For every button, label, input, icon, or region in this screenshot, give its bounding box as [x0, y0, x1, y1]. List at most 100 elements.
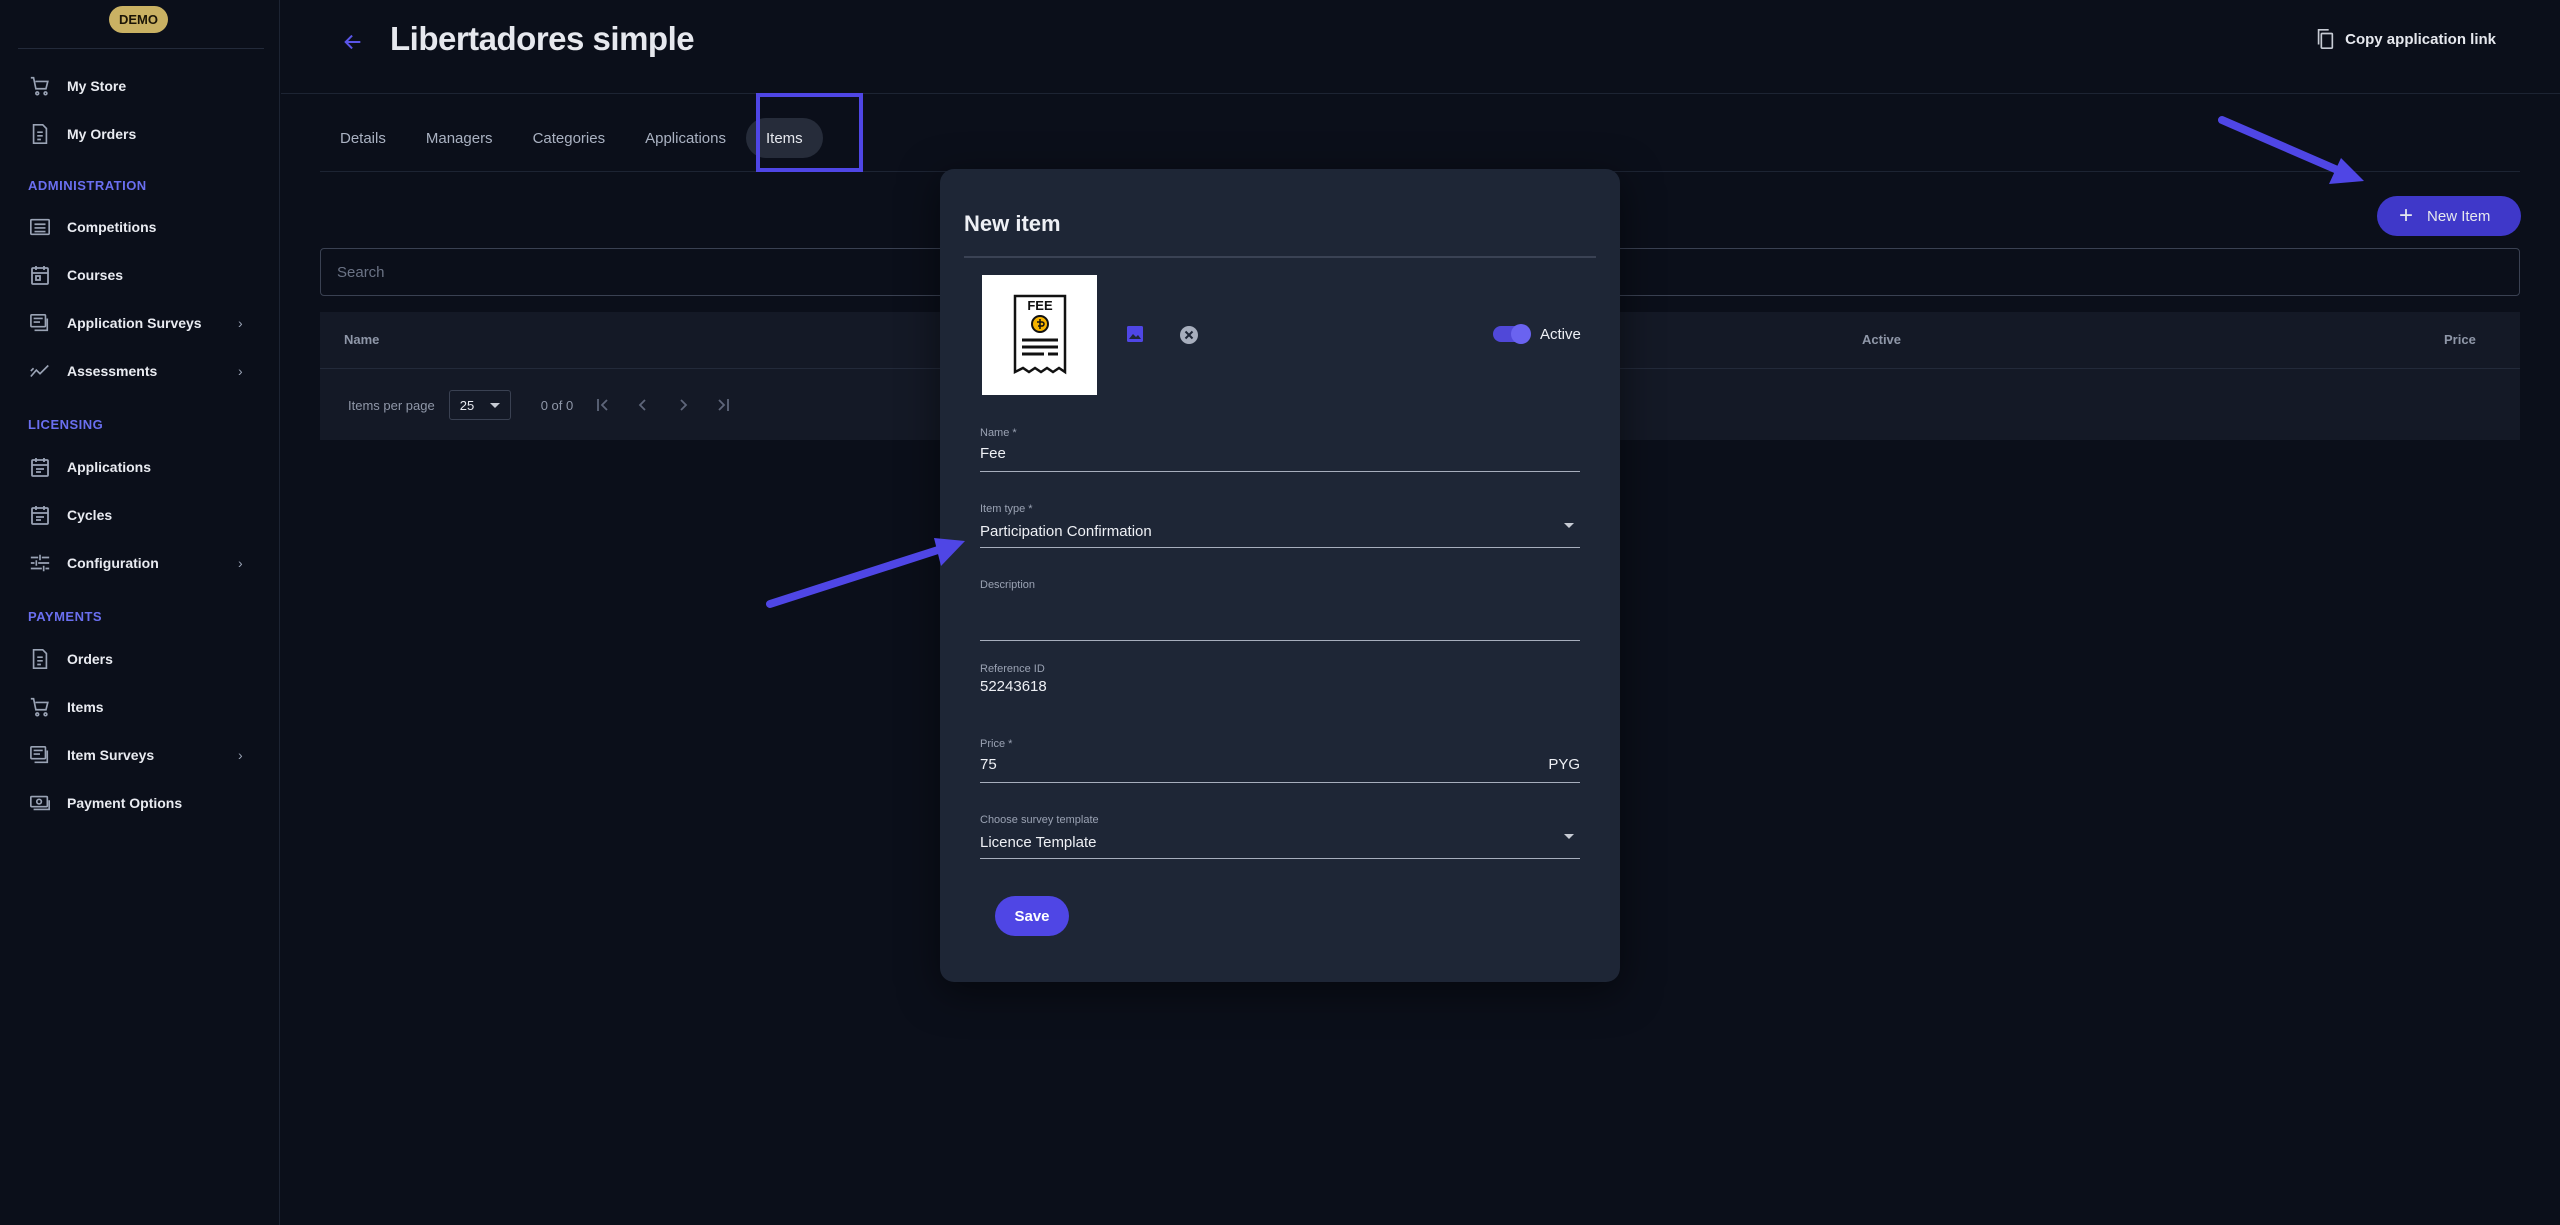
receipt-label: FEE: [1027, 298, 1053, 313]
item-type-label: Item type *: [980, 503, 1033, 515]
sidebar-divider: [18, 48, 264, 49]
item-type-select[interactable]: Item type * Participation Confirmation: [980, 503, 1580, 548]
tab-applications[interactable]: Applications: [625, 118, 746, 158]
sidebar-item-assessments[interactable]: Assessments ›: [0, 351, 262, 391]
sidebar-item-cycles[interactable]: Cycles: [0, 495, 262, 535]
survey-icon: [28, 743, 52, 767]
survey-template-value: Licence Template: [980, 834, 1097, 851]
sidebar-item-label: Configuration: [67, 555, 159, 571]
toggle-knob: [1511, 324, 1531, 344]
annotation-arrow-item-type: [766, 538, 965, 608]
sidebar-item-label: My Store: [67, 78, 127, 94]
new-item-label: New Item: [2427, 207, 2491, 225]
column-header-active[interactable]: Active: [1862, 332, 1901, 347]
document-icon: [28, 647, 52, 671]
list-icon: [28, 215, 52, 239]
chevron-right-icon: [680, 399, 688, 411]
name-field[interactable]: Name * Fee: [980, 427, 1580, 472]
save-button[interactable]: Save: [995, 896, 1069, 936]
annotation-arrow-new-item: [2218, 116, 2364, 184]
caret-down-icon: [489, 402, 500, 408]
cart-icon: [28, 74, 52, 98]
name-field-label: Name *: [980, 427, 1017, 439]
caret-down-icon: [1564, 834, 1574, 839]
sidebar-item-configuration[interactable]: Configuration ›: [0, 543, 262, 583]
arrow-left-icon: [344, 34, 361, 50]
chevron-right-icon: ›: [238, 555, 243, 571]
dialog-divider: [964, 256, 1596, 258]
previous-page-button[interactable]: [633, 395, 653, 415]
first-page-icon: [597, 399, 608, 411]
sidebar-item-label: Competitions: [67, 219, 157, 235]
copy-link-label: Copy application link: [2345, 30, 2496, 48]
sidebar-item-orders[interactable]: Orders: [0, 639, 262, 679]
new-item-dialog: New item FEE Active Name * Fee Item type…: [940, 169, 1620, 982]
sidebar-item-my-orders[interactable]: My Orders: [0, 114, 262, 154]
sidebar-item-label: Cycles: [67, 507, 113, 523]
survey-template-label: Choose survey template: [980, 814, 1099, 826]
reference-id-label: Reference ID: [980, 663, 1045, 675]
active-toggle[interactable]: [1493, 324, 1531, 344]
calendar-icon: [28, 263, 52, 287]
copy-application-link-button[interactable]: Copy application link: [2315, 28, 2496, 50]
description-field[interactable]: Description: [980, 579, 1580, 641]
tab-managers[interactable]: Managers: [406, 118, 513, 158]
price-value: 75: [980, 756, 997, 773]
survey-template-select[interactable]: Choose survey template Licence Template: [980, 814, 1580, 859]
calendar-icon: [28, 503, 52, 527]
sidebar-item-courses[interactable]: Courses: [0, 255, 262, 295]
first-page-button[interactable]: [593, 395, 613, 415]
image-icon: [1127, 326, 1143, 342]
cart-icon: [28, 695, 52, 719]
remove-image-button[interactable]: [1177, 323, 1201, 347]
price-field[interactable]: Price * 75 PYG: [980, 738, 1580, 783]
fee-receipt-icon: FEE: [1013, 294, 1066, 375]
next-page-button[interactable]: [673, 395, 693, 415]
item-image: FEE: [982, 275, 1097, 395]
sidebar-item-label: Applications: [67, 459, 152, 475]
section-title-licensing: LICENSING: [28, 417, 104, 432]
tab-details[interactable]: Details: [320, 118, 406, 158]
sidebar-item-payment-options[interactable]: Payment Options: [0, 783, 262, 823]
description-label: Description: [980, 579, 1036, 591]
items-per-page-value: 25: [459, 397, 475, 413]
chevron-left-icon: [638, 399, 646, 411]
section-title-payments: PAYMENTS: [28, 609, 103, 624]
page-range: 0 of 0: [540, 397, 574, 413]
items-per-page-select[interactable]: 25: [448, 390, 511, 420]
demo-badge: DEMO: [109, 6, 168, 33]
back-button[interactable]: [339, 28, 367, 56]
sidebar-item-label: Item Surveys: [67, 747, 155, 763]
new-item-button[interactable]: + New Item: [2377, 196, 2521, 236]
sidebar-item-items[interactable]: Items: [0, 687, 262, 727]
upload-image-button[interactable]: [1123, 322, 1147, 346]
dialog-title: New item: [964, 211, 1061, 236]
sidebar-item-competitions[interactable]: Competitions: [0, 207, 262, 247]
name-field-value: Fee: [980, 445, 1006, 462]
sliders-icon: [28, 551, 52, 575]
caret-down-icon: [1564, 523, 1574, 528]
plus-icon: +: [2399, 202, 2414, 229]
column-header-name[interactable]: Name: [344, 332, 379, 347]
sidebar-item-label: Assessments: [67, 363, 158, 379]
sidebar-item-label: Courses: [67, 267, 124, 283]
copy-icon: [2317, 29, 2334, 49]
sidebar-item-application-surveys[interactable]: Application Surveys ›: [0, 303, 262, 343]
sidebar-item-label: My Orders: [67, 126, 137, 142]
page-title: Libertadores simple: [390, 20, 695, 57]
last-page-button[interactable]: [713, 395, 733, 415]
chevron-right-icon: ›: [238, 363, 243, 379]
sidebar-item-applications[interactable]: Applications: [0, 447, 262, 487]
money-icon: [28, 791, 52, 815]
last-page-icon: [718, 399, 730, 411]
page-header: Libertadores simple Copy application lin…: [281, 0, 2560, 94]
sidebar-item-my-store[interactable]: My Store: [0, 66, 262, 106]
calendar-icon: [28, 455, 52, 479]
close-circle-icon: [1180, 326, 1198, 344]
tab-categories[interactable]: Categories: [513, 118, 626, 158]
annotation-highlight-box: [756, 93, 863, 172]
reference-id-value: 52243618: [980, 678, 1047, 695]
column-header-price[interactable]: Price: [2444, 332, 2476, 347]
active-toggle-label: Active: [1540, 326, 1581, 343]
sidebar-item-item-surveys[interactable]: Item Surveys ›: [0, 735, 262, 775]
